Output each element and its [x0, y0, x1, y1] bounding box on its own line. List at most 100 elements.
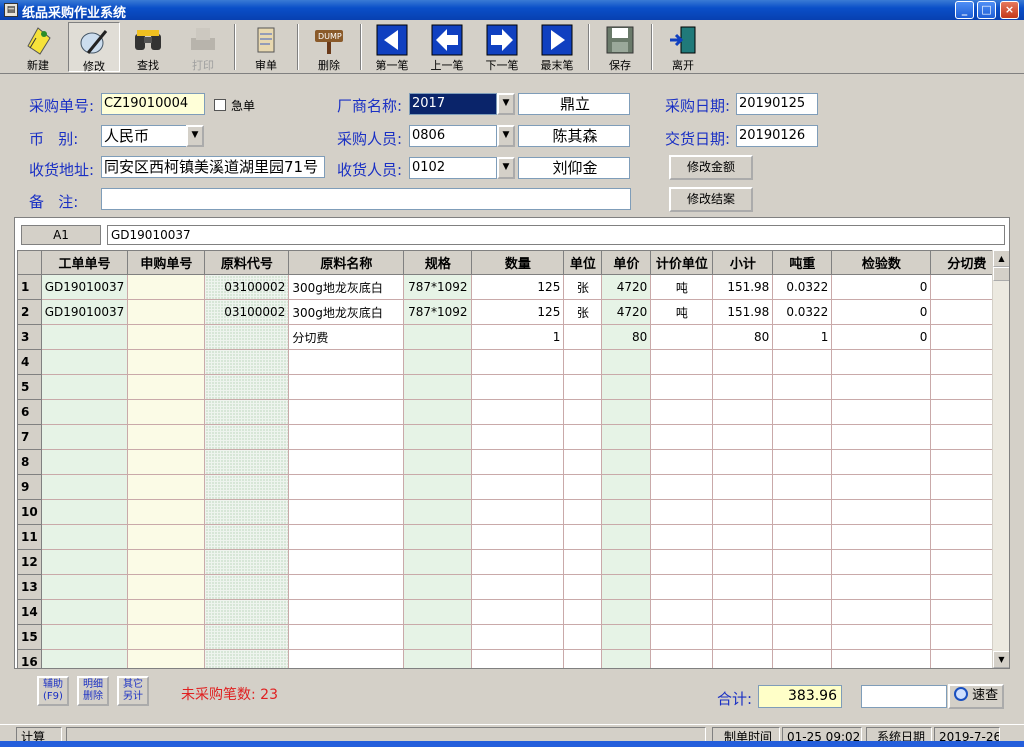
table-cell[interactable] [772, 649, 833, 668]
table-cell[interactable]: 1 [471, 324, 565, 350]
last-record-button[interactable]: 最末笔 [531, 22, 583, 72]
table-cell[interactable] [471, 524, 565, 550]
column-header[interactable]: 规格 [403, 250, 473, 275]
table-cell[interactable] [772, 449, 833, 475]
table-cell[interactable] [650, 449, 714, 475]
table-cell[interactable] [204, 424, 290, 450]
table-cell[interactable]: 300g地龙灰底白 [288, 274, 405, 300]
table-cell[interactable] [204, 374, 290, 400]
table-cell[interactable] [712, 499, 774, 525]
table-cell[interactable] [471, 599, 565, 625]
receiver-code-field[interactable]: 0102 [409, 157, 497, 179]
table-cell[interactable]: GD19010037 [40, 274, 129, 300]
table-cell[interactable] [40, 574, 129, 600]
table-cell[interactable] [831, 649, 932, 668]
table-cell[interactable] [403, 574, 473, 600]
table-cell[interactable] [471, 424, 565, 450]
table-cell[interactable] [40, 649, 129, 668]
table-cell[interactable]: 4720 [601, 299, 652, 325]
table-cell[interactable] [288, 499, 405, 525]
edit-close-button[interactable]: 修改结案 [669, 187, 753, 212]
row-number[interactable]: 9 [17, 474, 42, 500]
row-number[interactable]: 8 [17, 449, 42, 475]
table-cell[interactable] [40, 324, 129, 350]
table-cell[interactable] [712, 374, 774, 400]
address-field[interactable]: 同安区西柯镇美溪道湖里园71号 [101, 156, 325, 178]
table-cell[interactable] [40, 549, 129, 575]
table-cell[interactable] [563, 324, 603, 350]
column-header[interactable]: 吨重 [772, 250, 833, 275]
table-cell[interactable] [288, 599, 405, 625]
table-cell[interactable] [403, 374, 473, 400]
table-cell[interactable] [40, 524, 129, 550]
table-cell[interactable] [403, 324, 473, 350]
table-cell[interactable] [403, 599, 473, 625]
column-header[interactable]: 申购单号 [127, 250, 206, 275]
table-cell[interactable] [650, 499, 714, 525]
table-cell[interactable] [40, 424, 129, 450]
table-cell[interactable] [601, 574, 652, 600]
table-cell[interactable] [712, 574, 774, 600]
table-cell[interactable] [403, 424, 473, 450]
table-cell[interactable] [288, 424, 405, 450]
save-button[interactable]: 保存 [594, 22, 646, 72]
table-cell[interactable] [772, 499, 833, 525]
scroll-down-icon[interactable]: ▼ [993, 651, 1009, 668]
table-cell[interactable] [772, 424, 833, 450]
table-cell[interactable] [471, 374, 565, 400]
table-cell[interactable] [831, 474, 932, 500]
table-cell[interactable] [772, 599, 833, 625]
row-number[interactable]: 14 [17, 599, 42, 625]
table-cell[interactable] [563, 574, 603, 600]
table-cell[interactable] [563, 374, 603, 400]
table-cell[interactable] [831, 424, 932, 450]
table-cell[interactable] [650, 399, 714, 425]
table-cell[interactable] [127, 449, 206, 475]
table-cell[interactable] [288, 374, 405, 400]
table-cell[interactable] [563, 624, 603, 650]
table-cell[interactable]: 125 [471, 299, 565, 325]
vendor-code-field[interactable]: 2017 [409, 93, 497, 115]
table-cell[interactable] [288, 349, 405, 375]
table-cell[interactable] [563, 499, 603, 525]
table-cell[interactable] [204, 349, 290, 375]
edit-button[interactable]: 修改 [68, 22, 120, 73]
vendor-dropdown-arrow[interactable]: ▼ [497, 93, 515, 115]
table-cell[interactable] [403, 349, 473, 375]
table-cell[interactable]: 吨 [650, 299, 714, 325]
table-cell[interactable] [127, 349, 206, 375]
quick-search-button[interactable]: 速查 [948, 684, 1004, 709]
table-cell[interactable] [403, 499, 473, 525]
table-cell[interactable] [471, 624, 565, 650]
table-cell[interactable] [712, 424, 774, 450]
currency-select[interactable]: 人民币 [101, 125, 187, 147]
table-cell[interactable] [563, 424, 603, 450]
table-cell[interactable] [772, 524, 833, 550]
table-cell[interactable] [127, 274, 206, 300]
table-cell[interactable] [403, 549, 473, 575]
table-cell[interactable] [288, 549, 405, 575]
currency-dropdown-arrow[interactable]: ▼ [186, 125, 204, 147]
table-cell[interactable] [601, 474, 652, 500]
table-cell[interactable] [650, 474, 714, 500]
delivery-date-field[interactable]: 20190126 [736, 125, 818, 147]
table-cell[interactable] [650, 549, 714, 575]
table-cell[interactable] [712, 474, 774, 500]
table-cell[interactable]: 分切费 [288, 324, 405, 350]
table-cell[interactable]: 03100002 [204, 299, 290, 325]
table-cell[interactable]: 吨 [650, 274, 714, 300]
scroll-thumb[interactable] [993, 267, 1009, 281]
table-cell[interactable] [563, 599, 603, 625]
table-cell[interactable] [650, 649, 714, 668]
table-cell[interactable] [563, 549, 603, 575]
table-cell[interactable] [127, 524, 206, 550]
table-cell[interactable]: 151.98 [712, 299, 774, 325]
table-cell[interactable] [204, 649, 290, 668]
table-cell[interactable] [127, 599, 206, 625]
table-cell[interactable] [601, 399, 652, 425]
table-cell[interactable] [772, 549, 833, 575]
table-cell[interactable] [712, 399, 774, 425]
table-cell[interactable] [40, 399, 129, 425]
table-cell[interactable] [601, 349, 652, 375]
grid-vertical-scrollbar[interactable]: ▲ ▼ [992, 250, 1009, 668]
